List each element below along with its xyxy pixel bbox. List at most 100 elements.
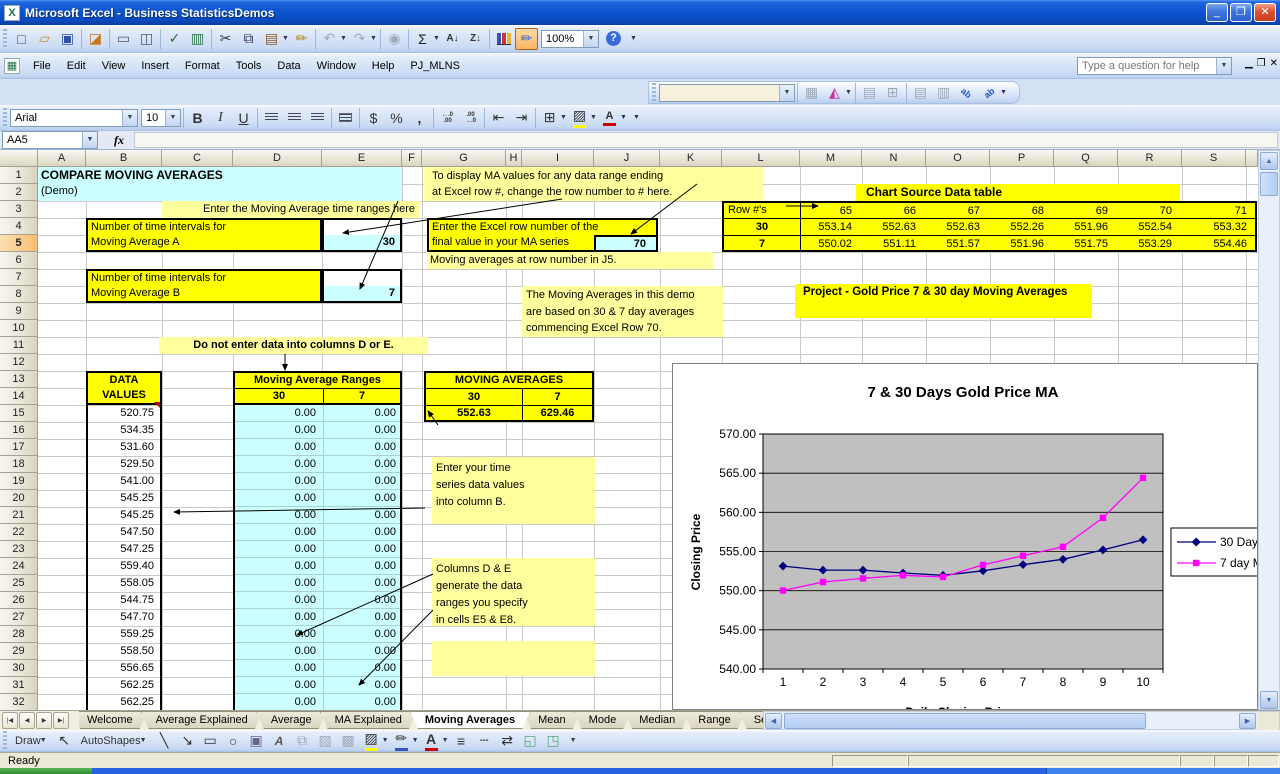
scroll-down-icon[interactable]: ▼	[1260, 691, 1278, 709]
paste-button[interactable]: ▤	[260, 28, 283, 50]
column-header-P[interactable]: P	[990, 150, 1054, 167]
chevron-down-icon[interactable]: ▼	[139, 737, 148, 744]
italic-button[interactable]: I	[209, 107, 232, 129]
chart-type-button[interactable]: ◭	[823, 82, 846, 104]
chevron-down-icon[interactable]: ▼	[779, 85, 794, 101]
toolbar-options-icon[interactable]: ▼	[632, 114, 641, 121]
align-center-button[interactable]	[283, 107, 306, 129]
toolbar-options-icon[interactable]: ▼	[569, 737, 578, 744]
cell-e8-input[interactable]: 7	[322, 269, 402, 303]
fill-color-button[interactable]: ▨	[568, 107, 591, 129]
tab-range[interactable]: Range	[683, 711, 745, 729]
tab-mean[interactable]: Mean	[523, 711, 581, 729]
legend-button[interactable]: ▤	[858, 82, 881, 104]
data-value-cell[interactable]: 545.25	[88, 507, 154, 524]
font-size-select[interactable]: 10▼	[141, 109, 181, 127]
copy-button[interactable]: ⧉	[237, 28, 260, 50]
data-value-cell[interactable]: 559.40	[88, 558, 154, 575]
row-header-24[interactable]: 24	[0, 558, 38, 575]
tab-scroll-previous[interactable]: ◀	[19, 712, 35, 729]
line-button[interactable]: ╲	[153, 730, 176, 752]
underline-button[interactable]: U	[232, 107, 255, 129]
autosum-button[interactable]: Σ	[411, 28, 434, 50]
help-button[interactable]: ?	[602, 28, 625, 50]
arrow-button[interactable]: ↘	[176, 730, 199, 752]
row-header-25[interactable]: 25	[0, 575, 38, 592]
permission-button[interactable]: ◪	[84, 28, 107, 50]
row-header-10[interactable]: 10	[0, 320, 38, 337]
column-header-I[interactable]: I	[522, 150, 594, 167]
menu-help[interactable]: Help	[364, 56, 403, 76]
cell-j5-input[interactable]: 70	[594, 235, 658, 252]
tab-scroll-first[interactable]: |◀	[2, 712, 18, 729]
borders-button[interactable]: ⊞	[538, 107, 561, 129]
data-value-cell[interactable]: 558.05	[88, 575, 154, 592]
angle-clockwise-button[interactable]: ab	[955, 82, 978, 104]
row-header-6[interactable]: 6	[0, 252, 38, 269]
cut-button[interactable]: ✂	[214, 28, 237, 50]
vertical-scrollbar[interactable]: ▲▼	[1258, 150, 1280, 710]
row-header-15[interactable]: 15	[0, 405, 38, 422]
scroll-right-icon[interactable]: ▶	[1239, 713, 1256, 729]
print-preview-button[interactable]: ◫	[135, 28, 158, 50]
data-value-cell[interactable]: 531.60	[88, 439, 154, 456]
chart-objects-dropdown[interactable]: ▼	[659, 84, 795, 102]
text-box-button[interactable]: ▣	[245, 730, 268, 752]
row-header-30[interactable]: 30	[0, 660, 38, 677]
restore-button[interactable]: ❐	[1230, 3, 1252, 22]
new-button[interactable]: □	[10, 28, 33, 50]
minimize-button[interactable]: _	[1206, 3, 1228, 22]
cell-e5-input[interactable]: 30	[322, 218, 402, 252]
percent-button[interactable]: %	[385, 107, 408, 129]
horizontal-scroll-thumb[interactable]	[784, 713, 1146, 729]
spelling-button[interactable]: ✓	[163, 28, 186, 50]
column-header-D[interactable]: D	[233, 150, 322, 167]
row-header-28[interactable]: 28	[0, 626, 38, 643]
close-button[interactable]: ✕	[1254, 3, 1276, 22]
column-header-O[interactable]: O	[926, 150, 990, 167]
row-header-18[interactable]: 18	[0, 456, 38, 473]
row-header-8[interactable]: 8	[0, 286, 38, 303]
format-painter-button[interactable]: ✏	[290, 28, 313, 50]
row-header-16[interactable]: 16	[0, 422, 38, 439]
data-value-cell[interactable]: 562.25	[88, 677, 154, 694]
menu-format[interactable]: Format	[177, 56, 228, 76]
scroll-left-icon[interactable]: ◀	[765, 713, 782, 729]
row-header-4[interactable]: 4	[0, 218, 38, 235]
data-value-cell[interactable]: 545.25	[88, 490, 154, 507]
menu-edit[interactable]: Edit	[59, 56, 94, 76]
row-header-31[interactable]: 31	[0, 677, 38, 694]
column-header-S[interactable]: S	[1182, 150, 1246, 167]
align-right-button[interactable]	[306, 107, 329, 129]
horizontal-scrollbar[interactable]: ◀▶	[763, 711, 1280, 730]
tab-sea[interactable]: Sea	[739, 711, 763, 729]
column-header-C[interactable]: C	[162, 150, 233, 167]
arrow-style-button[interactable]: ⇄	[496, 730, 519, 752]
chevron-down-icon[interactable]: ▼	[583, 31, 598, 47]
by-column-button[interactable]: ▥	[932, 82, 955, 104]
row-header-23[interactable]: 23	[0, 541, 38, 558]
row-header-27[interactable]: 27	[0, 609, 38, 626]
draw-menu-button[interactable]: Draw▼	[10, 730, 53, 752]
start-button[interactable]	[0, 768, 92, 774]
research-button[interactable]: ▥	[186, 28, 209, 50]
tab-average-explained[interactable]: Average Explained	[141, 711, 263, 729]
save-button[interactable]: ▣	[56, 28, 79, 50]
select-objects-button[interactable]: ↖	[53, 730, 76, 752]
line-color-button[interactable]: ✏	[390, 730, 413, 752]
column-header-partial[interactable]	[1246, 150, 1258, 167]
data-value-cell[interactable]: 529.50	[88, 456, 154, 473]
row-header-11[interactable]: 11	[0, 337, 38, 354]
diagram-button[interactable]: ⧉	[291, 730, 314, 752]
data-value-cell[interactable]: 558.50	[88, 643, 154, 660]
font-name-select[interactable]: Arial▼	[10, 109, 138, 127]
autoshapes-menu-button[interactable]: AutoShapes▼	[76, 730, 153, 752]
column-header-E[interactable]: E	[322, 150, 402, 167]
name-box-dropdown-icon[interactable]: ▼	[82, 132, 97, 148]
chevron-down-icon[interactable]: ▼	[1216, 58, 1231, 74]
oval-button[interactable]: ○	[222, 730, 245, 752]
menu-pj_mlns[interactable]: PJ_MLNS	[402, 56, 468, 76]
column-header-Q[interactable]: Q	[1054, 150, 1118, 167]
row-header-29[interactable]: 29	[0, 643, 38, 660]
column-header-A[interactable]: A	[38, 150, 86, 167]
